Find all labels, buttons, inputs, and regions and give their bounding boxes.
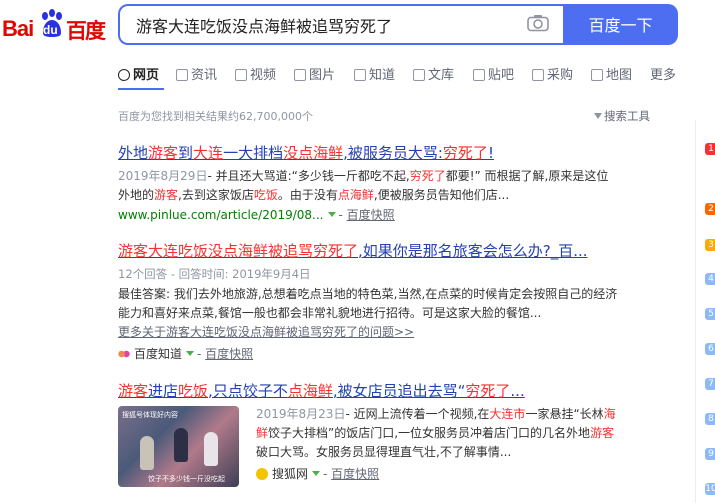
baidu-logo[interactable]: Bai du 百度 [2,6,110,46]
rank-badge: 9 [705,448,715,460]
person-figure [174,428,188,462]
zhidao-icon [118,349,130,359]
snapshot-link[interactable]: 百度快照 [331,467,379,481]
search-input[interactable] [134,14,518,35]
search-box[interactable] [118,4,563,45]
tab-zhidao[interactable]: 知道 [354,64,395,83]
tab-label: 采购 [547,68,574,83]
rank-badge: 2 [705,203,715,215]
result-source-row: 搜狐网 - 百度快照 [256,465,666,484]
rank-badge: 1 [705,143,715,155]
search-result: 游客进店吃饭,只点饺子不点海鲜,被女店员追出去骂“穷死了... 搜狐号体现好内容… [118,380,678,487]
news-icon [176,69,188,81]
search-result: 游客大连吃饭没点海鲜被追骂穷死了,如果你是那名旅客会怎么办?_百... 12个回… [118,240,678,362]
thumbnail-caption: 搜狐号体现好内容 [122,411,178,419]
tab-label: 贴吧 [488,68,515,83]
right-panel-divider [695,120,696,503]
result-abstract: 最佳答案: 我们去外地旅游,总想着吃点当地的特色菜,当然,在点菜的时候肯定会按照… [118,287,618,320]
rank-badge: 6 [705,343,715,355]
search-tools-button[interactable]: 搜索工具 [594,108,650,124]
question-icon [354,69,366,81]
result-thumbnail[interactable]: 搜狐号体现好内容 饺子不多少钱一斤没吃起 [118,406,239,487]
result-meta: 12个回答 - 回答时间: 2019年9月4日 [118,267,311,281]
map-pin-icon [591,69,603,81]
rank-badge: 4 [705,273,715,285]
rank-badge: 10 [705,483,715,495]
result-abstract: 2019年8月29日- 并且还大骂道:“多少钱一斤都吃不起,穷死了都要!” 而根… [118,169,609,202]
result-date: 2019年8月23日 [256,407,346,421]
result-title-link[interactable]: 游客进店吃饭,只点饺子不点海鲜,被女店员追出去骂“穷死了... [118,380,678,401]
tab-label: 图片 [309,68,336,83]
video-icon [235,69,247,81]
snapshot-link[interactable]: 百度快照 [205,347,253,361]
tab-more[interactable]: 更多 [650,64,676,83]
source-name[interactable]: 百度知道 [134,347,182,361]
tab-map[interactable]: 地图 [591,64,632,83]
rank-badge: 7 [705,378,715,390]
document-icon [413,69,425,81]
search-result: 外地游客到大连一大排档没点海鲜,被服务员大骂:穷死了! 2019年8月29日- … [118,142,678,223]
forum-icon [473,69,485,81]
logo-du-text: du [43,23,58,37]
search-button[interactable]: 百度一下 [563,4,678,45]
camera-icon[interactable] [527,14,549,32]
sohu-icon [256,468,268,480]
source-name[interactable]: 搜狐网 [272,467,308,481]
tab-label: 更多 [650,68,677,83]
logo-latin-text: Bai [2,16,34,41]
result-url[interactable]: www.pinlue.com/article/2019/08... [118,208,324,222]
result-title-link[interactable]: 游客大连吃饭没点海鲜被追骂穷死了,如果你是那名旅客会怎么办?_百... [118,240,678,261]
tab-web[interactable]: 网页 [118,64,159,83]
person-figure [204,432,218,466]
tab-wenku[interactable]: 文库 [413,64,454,83]
snapshot-link[interactable]: 百度快照 [347,208,395,222]
tab-caigou[interactable]: 采购 [532,64,573,83]
shopping-icon [532,69,544,81]
tab-image[interactable]: 图片 [294,64,335,83]
chevron-down-icon[interactable] [312,471,321,476]
rank-badge: 8 [705,413,715,425]
tab-label: 知道 [369,68,396,83]
image-icon [294,69,306,81]
tab-video[interactable]: 视频 [235,64,276,83]
result-abstract: 2019年8月23日- 近网上流传着一个视频,在大连市一家悬挂“长林海 鲜饺子大… [256,405,666,484]
tab-label: 资讯 [191,68,218,83]
result-url-row: www.pinlue.com/article/2019/08... - 百度快照 [118,208,395,222]
chevron-down-icon[interactable] [327,212,336,217]
person-figure [140,436,154,470]
tab-label: 文库 [428,68,455,83]
active-tab-indicator [118,88,164,90]
tab-news[interactable]: 资讯 [176,64,217,83]
thumbnail-subtitle: 饺子不多少钱一斤没吃起 [148,475,225,483]
more-questions-link[interactable]: 更多关于游客大连吃饭没点海鲜被追骂穷死了的问题>> [118,323,678,340]
logo-cn-text: 百度 [66,19,106,43]
tab-label: 地图 [606,68,633,83]
result-date: 2019年8月29日 [118,169,208,183]
tab-tieba[interactable]: 贴吧 [473,64,514,83]
search-tools-label: 搜索工具 [604,109,650,123]
result-title-link[interactable]: 外地游客到大连一大排档没点海鲜,被服务员大骂:穷死了! [118,142,678,163]
rank-badge: 5 [705,308,715,320]
tab-label: 视频 [250,68,277,83]
result-source-row: 百度知道 - 百度快照 [118,345,678,362]
chevron-down-icon[interactable] [186,351,195,356]
search-icon [118,69,130,81]
filter-icon [594,113,602,119]
tab-label: 网页 [133,68,160,83]
rank-badge: 3 [705,239,715,251]
result-count: 百度为您找到相关结果约62,700,000个 [118,110,313,123]
